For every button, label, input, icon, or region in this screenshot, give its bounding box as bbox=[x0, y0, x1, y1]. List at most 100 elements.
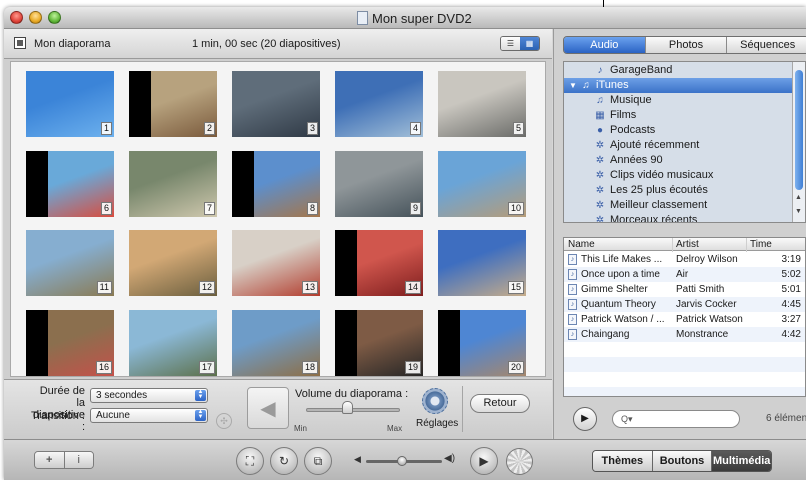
track-table: Name Artist Time ♪ This Life Makes ... Del… bbox=[563, 237, 806, 397]
source-list-scrollbar[interactable]: ▲ ▼ bbox=[792, 62, 805, 222]
minimize-window-button[interactable] bbox=[29, 11, 42, 24]
source-item-label: Ajouté récemment bbox=[610, 139, 700, 151]
slide-thumbnail[interactable]: 11 bbox=[26, 230, 114, 296]
slideshow-audio-well[interactable]: ◀ bbox=[247, 387, 289, 429]
grid-view-button[interactable]: ▦ bbox=[520, 37, 539, 50]
slide-thumbnail[interactable]: 9 bbox=[335, 151, 423, 217]
source-item[interactable]: ✲ Morceaux récents bbox=[564, 213, 793, 222]
add-button[interactable]: + bbox=[35, 452, 65, 468]
track-row[interactable]: ♪ This Life Makes ... Delroy Wilson 3:19 bbox=[564, 252, 805, 267]
source-item[interactable]: ● Podcasts bbox=[564, 123, 793, 138]
track-row[interactable]: ♪ Patrick Watson / ... Patrick Watson 3:27 bbox=[564, 312, 805, 327]
slide-thumbnail[interactable]: 15 bbox=[438, 230, 526, 296]
transition-label: Transition : bbox=[30, 410, 85, 422]
track-row[interactable]: ♪ Chaingang Monstrance 4:42 bbox=[564, 327, 805, 342]
source-item[interactable]: ✲ Années 90 bbox=[564, 153, 793, 168]
source-item[interactable]: ✲ Les 25 plus écoutés bbox=[564, 183, 793, 198]
motion-loop-button[interactable]: ↻ bbox=[270, 447, 298, 475]
source-item-label: Podcasts bbox=[610, 124, 656, 136]
slide-thumbnail[interactable]: 19 bbox=[335, 310, 423, 376]
column-header-artist[interactable]: Artist bbox=[676, 238, 699, 251]
disclosure-triangle-icon[interactable]: ▼ bbox=[567, 80, 579, 91]
volume-low-icon: ◀ bbox=[354, 454, 361, 464]
source-item[interactable]: ✲ Ajouté récemment bbox=[564, 138, 793, 153]
empty-track-row bbox=[564, 387, 805, 396]
source-item[interactable]: ♪ GarageBand bbox=[564, 63, 793, 78]
back-button[interactable]: Retour bbox=[470, 394, 530, 413]
track-name: Chaingang bbox=[581, 329, 630, 340]
source-item-label: Musique bbox=[610, 94, 652, 106]
slide-thumbnail[interactable]: 3 bbox=[232, 71, 320, 137]
tab-audio[interactable]: Audio bbox=[564, 37, 646, 53]
duration-label: Durée de la diapositive : bbox=[30, 385, 85, 433]
slide-thumbnail[interactable]: 10 bbox=[438, 151, 526, 217]
source-item-label: Films bbox=[610, 109, 637, 121]
slide-thumbnail[interactable]: 6 bbox=[26, 151, 114, 217]
transition-popup[interactable]: Aucune ▲ ▼ bbox=[90, 408, 208, 423]
slide-thumbnail[interactable]: 5 bbox=[438, 71, 526, 137]
duration-popup[interactable]: 3 secondes ▲ ▼ bbox=[90, 388, 208, 403]
slide-thumbnail[interactable]: 13 bbox=[232, 230, 320, 296]
itunes-icon: ♫ bbox=[582, 80, 590, 91]
play-preview-button[interactable]: ▶ bbox=[573, 407, 597, 431]
slide-thumbnail[interactable]: 18 bbox=[232, 310, 320, 376]
panel-tab-boutons[interactable]: Boutons bbox=[652, 451, 713, 471]
document-icon bbox=[357, 11, 368, 25]
volume-slider-knob[interactable] bbox=[342, 401, 353, 414]
source-item[interactable]: ▼ ♫ iTunes bbox=[564, 78, 793, 93]
item-count: 6 éléments bbox=[766, 413, 806, 424]
volume-slider[interactable] bbox=[306, 408, 400, 412]
play-button[interactable]: ▶ bbox=[470, 447, 498, 475]
info-button[interactable]: i bbox=[64, 452, 93, 468]
slide-thumbnail[interactable]: 20 bbox=[438, 310, 526, 376]
slide-number: 1 bbox=[100, 122, 112, 135]
slide-thumbnail[interactable]: 16 bbox=[26, 310, 114, 376]
add-info-group: + i bbox=[34, 451, 94, 469]
panel-tab-multimedia[interactable]: Multimédia bbox=[712, 451, 771, 471]
slide-thumbnail[interactable]: 12 bbox=[129, 230, 217, 296]
track-artist: Patrick Watson bbox=[676, 314, 743, 325]
preview-volume-knob[interactable] bbox=[397, 456, 407, 466]
tab-séquences[interactable]: Séquences bbox=[727, 37, 806, 53]
source-item[interactable]: ✲ Clips vidéo musicaux bbox=[564, 168, 793, 183]
panel-tab-themes[interactable]: Thèmes bbox=[593, 451, 653, 471]
close-window-button[interactable] bbox=[10, 11, 23, 24]
track-row[interactable]: ♪ Gimme Shelter Patti Smith 5:01 bbox=[564, 282, 805, 297]
slide-grid: 1 2 3 4 5 6 7 8 9 10 11 12 13 14 15 16 17 18 19 20 bbox=[10, 61, 546, 377]
slide-thumbnail[interactable]: 1 bbox=[26, 71, 114, 137]
scrollbar-thumb[interactable] bbox=[795, 70, 803, 190]
slide-number: 14 bbox=[404, 281, 421, 294]
gear-icon[interactable] bbox=[422, 388, 448, 414]
slide-thumbnail[interactable]: 17 bbox=[129, 310, 217, 376]
tab-photos[interactable]: Photos bbox=[645, 37, 728, 53]
column-header-time[interactable]: Time bbox=[750, 238, 772, 251]
map-button[interactable]: ⛶ bbox=[236, 447, 264, 475]
source-item[interactable]: ✲ Meilleur classement bbox=[564, 198, 793, 213]
duration-label-line1: Durée de la bbox=[39, 385, 85, 409]
source-item[interactable]: ▦ Films bbox=[564, 108, 793, 123]
scroll-down-icon[interactable]: ▼ bbox=[795, 208, 802, 215]
slide-number: 13 bbox=[301, 281, 318, 294]
slideshow-header: Mon diaporama 1 min, 00 sec (20 diaposit… bbox=[4, 29, 552, 59]
slide-thumbnail[interactable]: 4 bbox=[335, 71, 423, 137]
source-item-label: Meilleur classement bbox=[610, 199, 708, 211]
burn-disc-icon[interactable] bbox=[506, 448, 533, 475]
track-time: 5:01 bbox=[781, 284, 801, 295]
column-header-name[interactable]: Name bbox=[568, 238, 595, 251]
source-item[interactable]: ♫ Musique bbox=[564, 93, 793, 108]
empty-track-row bbox=[564, 372, 805, 387]
list-view-button[interactable]: ☰ bbox=[501, 37, 520, 50]
zoom-window-button[interactable] bbox=[48, 11, 61, 24]
search-input[interactable]: Q▾ bbox=[612, 410, 740, 428]
track-row[interactable]: ♪ Quantum Theory Jarvis Cocker 4:45 bbox=[564, 297, 805, 312]
slide-thumbnail[interactable]: 14 bbox=[335, 230, 423, 296]
track-name: Patrick Watson / ... bbox=[581, 314, 665, 325]
slide-thumbnail[interactable]: 2 bbox=[129, 71, 217, 137]
track-row[interactable]: ♪ Once upon a time Air 5:02 bbox=[564, 267, 805, 282]
slide-thumbnail[interactable]: 7 bbox=[129, 151, 217, 217]
slide-thumbnail[interactable]: 8 bbox=[232, 151, 320, 217]
slideshow-duration-info: 1 min, 00 sec (20 diapositives) bbox=[192, 38, 341, 50]
settings-label[interactable]: Réglages bbox=[416, 418, 458, 429]
scroll-up-icon[interactable]: ▲ bbox=[795, 194, 802, 201]
slideshow-button[interactable]: ⧉ bbox=[304, 447, 332, 475]
